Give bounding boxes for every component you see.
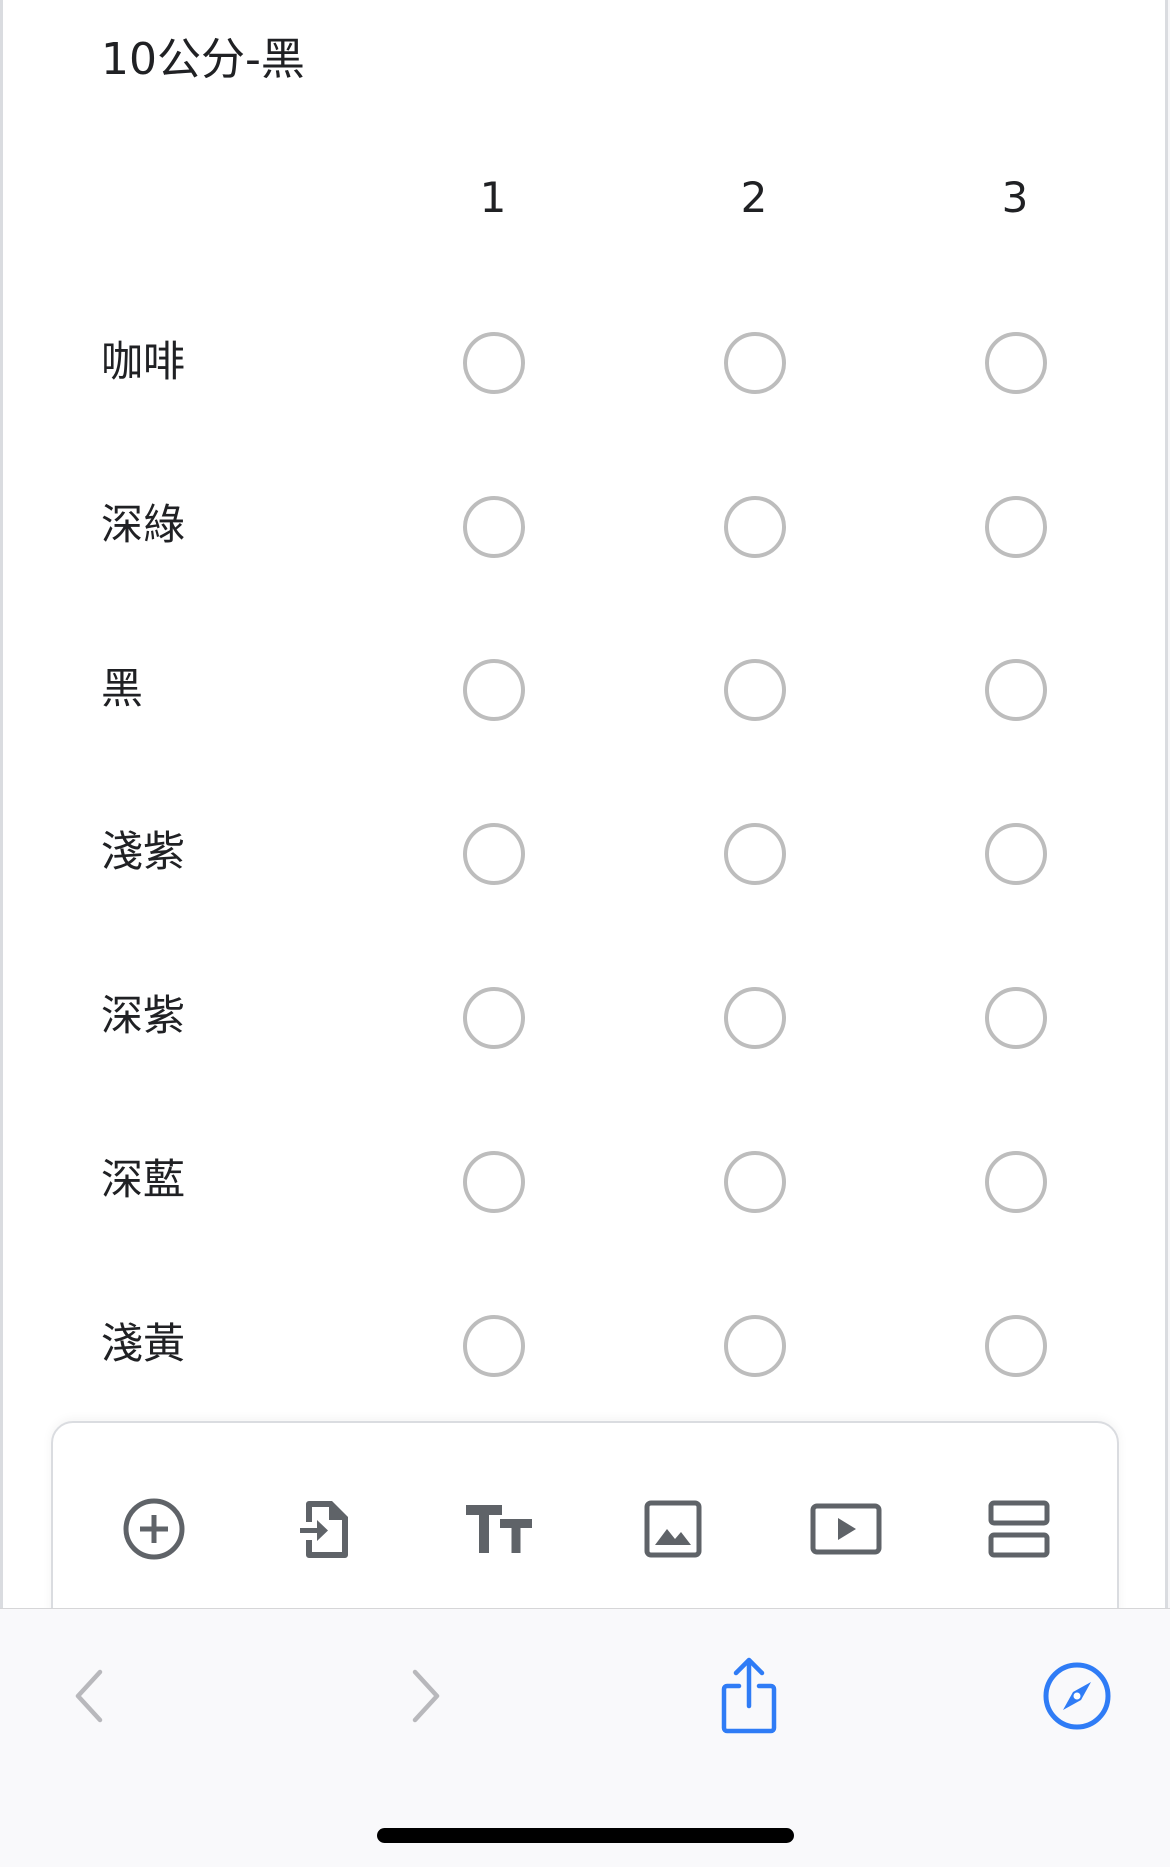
forward-button[interactable]	[380, 1651, 470, 1741]
radio-row3-col3[interactable]	[985, 659, 1047, 721]
browser-toolbar	[0, 1608, 1170, 1867]
radio-row2-col1[interactable]	[463, 496, 525, 558]
viewport: 10公分-黑 1 2 3 咖啡 深綠 黑 淺紫 深紫 深藍 淺黃	[0, 0, 1170, 1867]
row-label-dark-green: 深綠	[101, 500, 186, 549]
question-title: 10公分-黑	[101, 34, 305, 85]
add-title-button[interactable]	[449, 1479, 549, 1579]
column-header-1: 1	[479, 173, 507, 222]
row-label-dark-purple: 深紫	[101, 991, 186, 1040]
radio-row2-col2[interactable]	[724, 496, 786, 558]
add-image-icon	[644, 1500, 702, 1558]
row-label-light-yellow: 淺黃	[101, 1319, 186, 1368]
share-icon	[721, 1657, 777, 1734]
radio-row5-col3[interactable]	[985, 987, 1047, 1049]
bookmarks-compass-button[interactable]	[1032, 1651, 1122, 1741]
radio-row5-col1[interactable]	[463, 987, 525, 1049]
row-label-black: 黑	[101, 664, 144, 713]
radio-row6-col3[interactable]	[985, 1151, 1047, 1213]
import-questions-icon	[300, 1501, 348, 1558]
radio-row1-col3[interactable]	[985, 332, 1047, 394]
row-label-dark-blue: 深藍	[101, 1155, 186, 1204]
row-label-coffee: 咖啡	[101, 337, 186, 386]
radio-row7-col2[interactable]	[724, 1315, 786, 1377]
back-button[interactable]	[45, 1651, 135, 1741]
add-section-icon	[988, 1500, 1050, 1558]
add-section-button[interactable]	[969, 1479, 1069, 1579]
add-video-icon	[810, 1503, 882, 1555]
question-card: 10公分-黑 1 2 3 咖啡 深綠 黑 淺紫 深紫 深藍 淺黃	[0, 0, 1168, 1610]
radio-row4-col1[interactable]	[463, 823, 525, 885]
import-questions-button[interactable]	[276, 1479, 376, 1579]
column-header-3: 3	[1001, 173, 1029, 222]
radio-row6-col1[interactable]	[463, 1151, 525, 1213]
radio-row6-col2[interactable]	[724, 1151, 786, 1213]
back-chevron-icon	[75, 1669, 103, 1723]
radio-row5-col2[interactable]	[724, 987, 786, 1049]
share-button[interactable]	[704, 1651, 794, 1741]
forward-chevron-icon	[412, 1669, 440, 1723]
add-question-icon	[123, 1498, 185, 1560]
add-image-button[interactable]	[623, 1479, 723, 1579]
row-label-light-purple: 淺紫	[101, 827, 186, 876]
radio-row1-col1[interactable]	[463, 332, 525, 394]
radio-row4-col3[interactable]	[985, 823, 1047, 885]
home-indicator	[377, 1828, 794, 1843]
radio-row7-col1[interactable]	[463, 1315, 525, 1377]
radio-row4-col2[interactable]	[724, 823, 786, 885]
radio-row2-col3[interactable]	[985, 496, 1047, 558]
radio-row7-col3[interactable]	[985, 1315, 1047, 1377]
add-video-button[interactable]	[796, 1479, 896, 1579]
radio-row1-col2[interactable]	[724, 332, 786, 394]
radio-row3-col2[interactable]	[724, 659, 786, 721]
column-header-2: 2	[740, 173, 768, 222]
add-question-button[interactable]	[104, 1479, 204, 1579]
radio-row3-col1[interactable]	[463, 659, 525, 721]
add-title-icon	[466, 1505, 532, 1553]
compass-icon	[1043, 1662, 1111, 1730]
